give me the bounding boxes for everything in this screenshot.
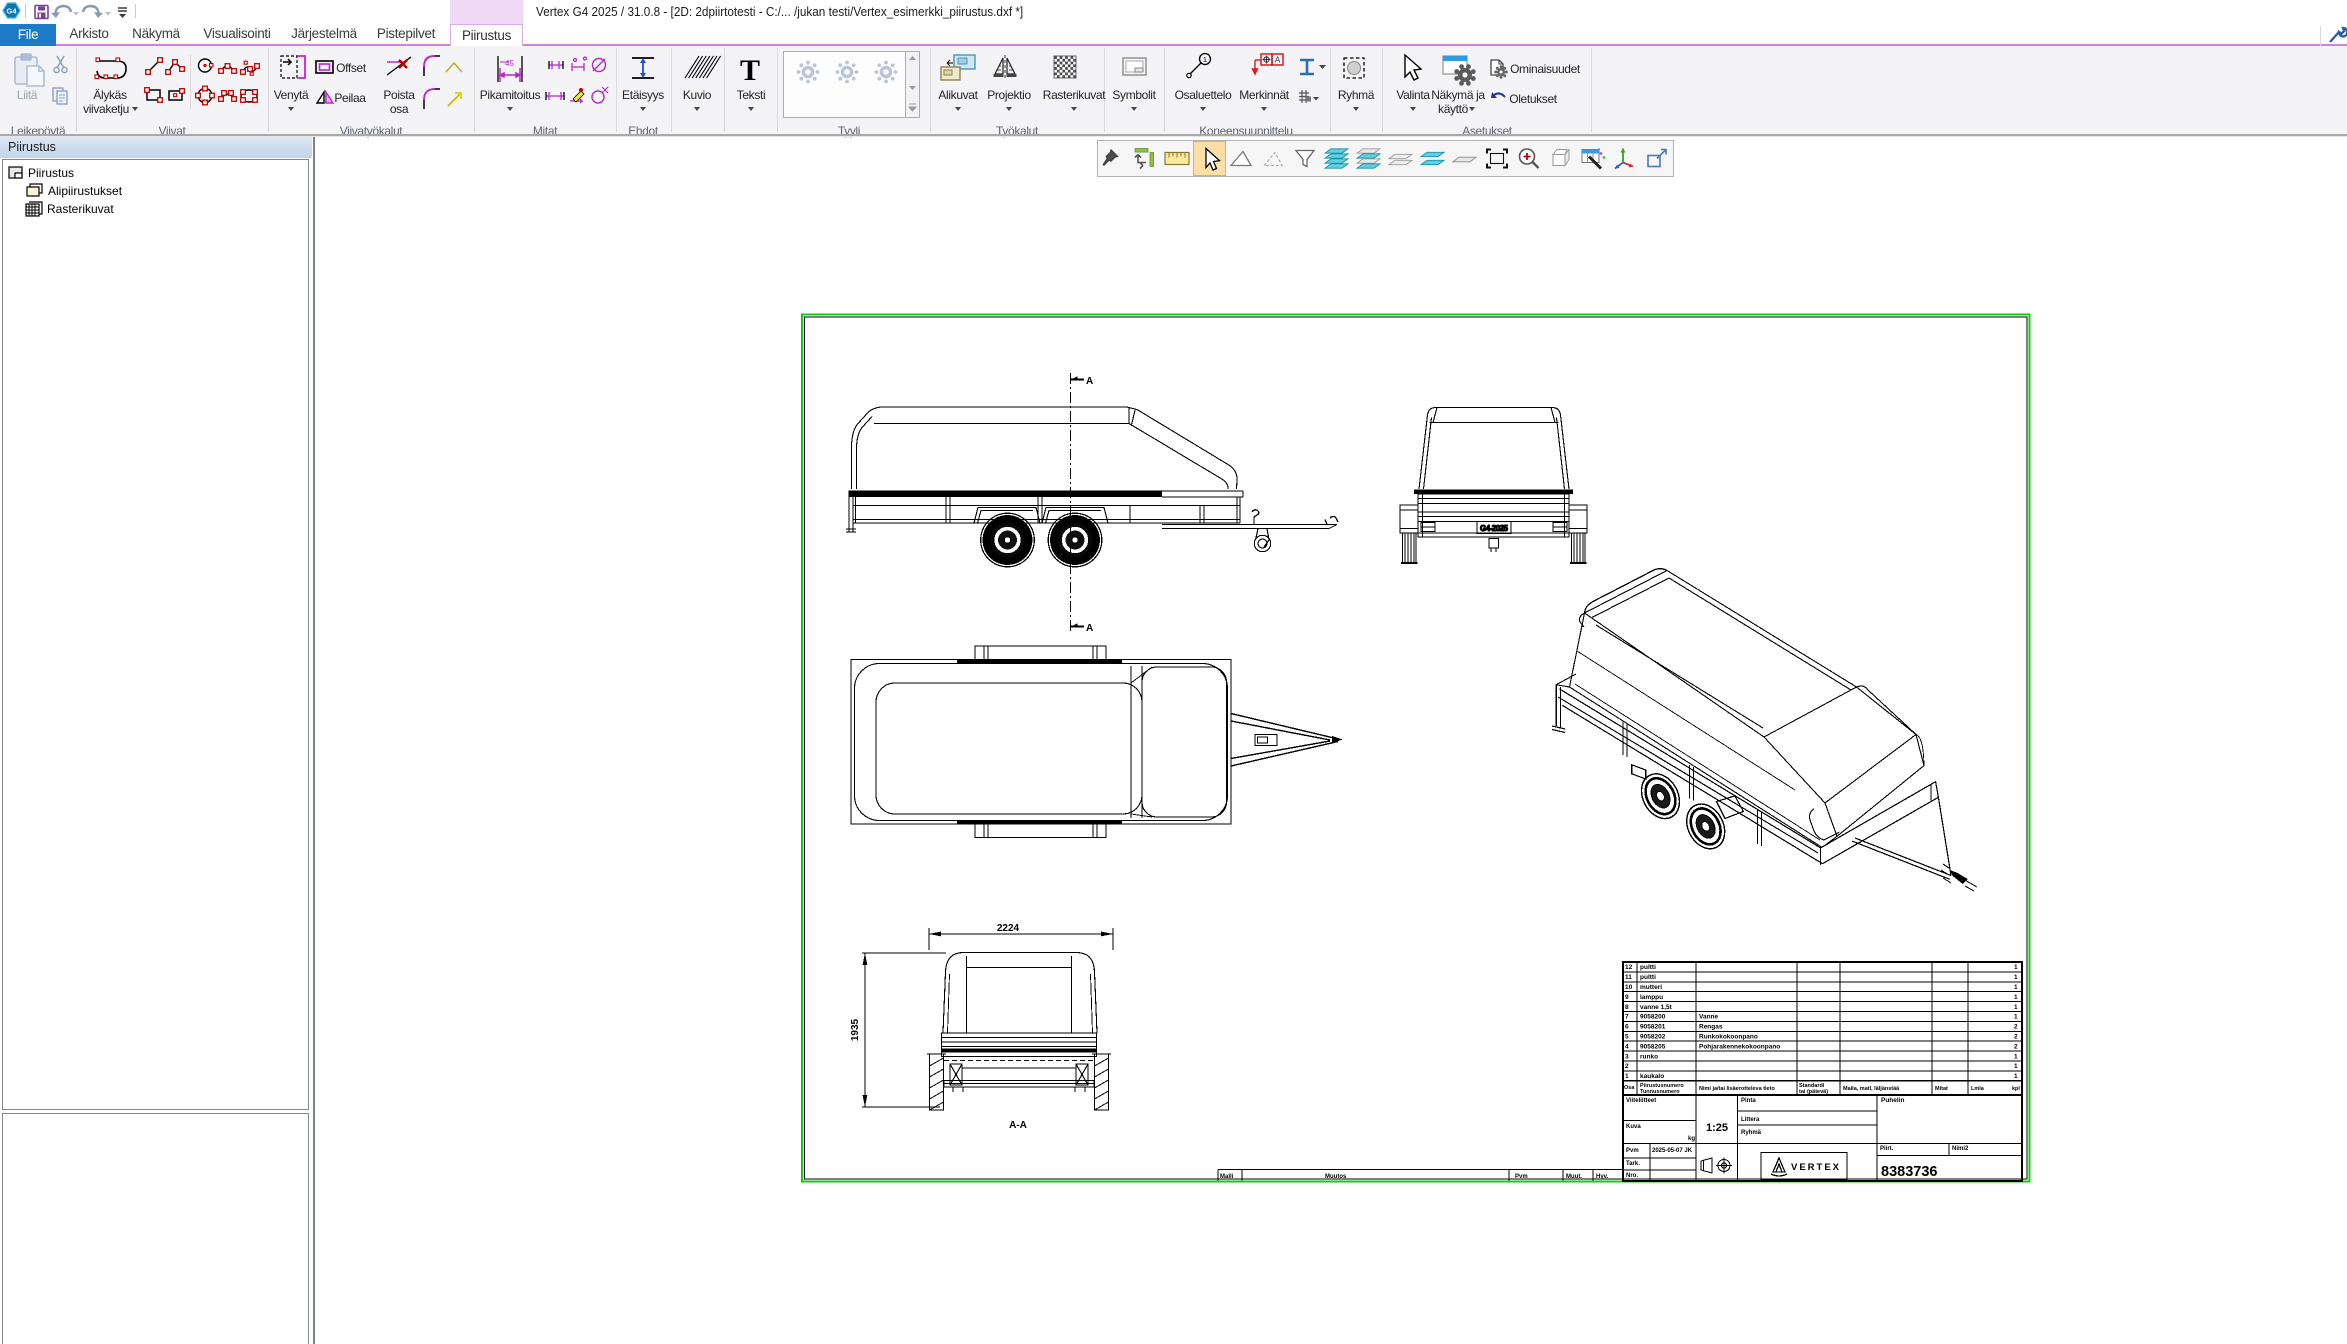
svg-text:Pohjarakennekokoonpano: Pohjarakennekokoonpano (1699, 1043, 1780, 1050)
svg-text:Mitat: Mitat (1935, 1086, 1948, 1092)
svg-text:2: 2 (2014, 1024, 2018, 1031)
svg-text:1: 1 (1203, 57, 1207, 64)
svg-text:Hyv.: Hyv. (1596, 1174, 1609, 1180)
svg-text:9058200: 9058200 (1640, 1014, 1666, 1021)
svg-text:8: 8 (1625, 1004, 1629, 1011)
svg-text:Osa: Osa (1624, 1085, 1635, 1091)
svg-text:2025-05-07 JK: 2025-05-07 JK (1652, 1148, 1693, 1154)
svg-text:1: 1 (2014, 1004, 2018, 1011)
svg-text:1: 1 (2014, 974, 2018, 981)
svg-text:1: 1 (2014, 964, 2018, 971)
svg-text:2: 2 (1625, 1063, 1629, 1070)
svg-text:G4: G4 (6, 7, 17, 16)
svg-text:2: 2 (2014, 1034, 2018, 1041)
svg-text:T: T (740, 54, 760, 87)
svg-text:Littera: Littera (1741, 1117, 1760, 1123)
svg-text:10: 10 (1625, 984, 1633, 991)
svg-text:A: A (1086, 376, 1093, 387)
svg-text:9058202: 9058202 (1640, 1034, 1666, 1041)
svg-text:kg: kg (1688, 1136, 1695, 1142)
svg-text:lamppu: lamppu (1640, 994, 1663, 1001)
svg-text:5: 5 (1625, 1034, 1629, 1041)
svg-text:kpl: kpl (2012, 1086, 2020, 1092)
svg-text:Tunnusnumero: Tunnusnumero (1640, 1089, 1680, 1095)
svg-text:Muut.: Muut. (1566, 1174, 1582, 1180)
svg-text:1:25: 1:25 (1706, 1122, 1728, 1134)
svg-text:1: 1 (2014, 994, 2018, 1001)
svg-text:Vanne: Vanne (1699, 1014, 1719, 1021)
svg-text:2: 2 (2014, 1043, 2018, 1050)
svg-text:Kuva: Kuva (1626, 1124, 1641, 1130)
svg-text:runko: runko (1640, 1053, 1658, 1060)
svg-text:4: 4 (1625, 1043, 1629, 1050)
svg-text:A: A (1275, 56, 1281, 65)
svg-text:Nro.: Nro. (1626, 1173, 1638, 1179)
svg-text:8383736: 8383736 (1881, 1164, 1937, 1180)
svg-text:pultti: pultti (1640, 974, 1656, 981)
svg-text:3: 3 (1625, 1053, 1629, 1060)
svg-text:1: 1 (2014, 1073, 2018, 1080)
svg-text:1935: 1935 (850, 1018, 861, 1041)
svg-text:Pinta: Pinta (1741, 1098, 1756, 1104)
svg-text:9058201: 9058201 (1640, 1024, 1666, 1031)
svg-text:Nimi ja/tai lisäerotteleva tie: Nimi ja/tai lisäerotteleva tieto (1699, 1086, 1775, 1092)
svg-text:6: 6 (1625, 1024, 1629, 1031)
svg-text:Muutos: Muutos (1325, 1174, 1347, 1180)
svg-text:9058205: 9058205 (1640, 1043, 1666, 1050)
svg-text:Piirt.: Piirt. (1880, 1146, 1894, 1152)
svg-text:12: 12 (1625, 964, 1633, 971)
svg-text:Tark.: Tark. (1626, 1161, 1640, 1167)
svg-text:A-A: A-A (1009, 1120, 1027, 1131)
svg-text:1: 1 (2014, 1014, 2018, 1021)
svg-text:Pvm: Pvm (1515, 1174, 1528, 1180)
svg-text:7: 7 (1625, 1014, 1629, 1021)
svg-text:9: 9 (1625, 994, 1629, 1001)
svg-text:Lmla: Lmla (1971, 1086, 1985, 1092)
svg-text:1: 1 (1625, 1073, 1629, 1080)
svg-text:Viiteliitteet: Viiteliitteet (1626, 1098, 1656, 1104)
svg-text:Ryhmä: Ryhmä (1741, 1130, 1762, 1136)
svg-text:tai (pätevä): tai (pätevä) (1799, 1089, 1828, 1095)
svg-text:1: 1 (2014, 1053, 2018, 1060)
svg-text:Nimi2: Nimi2 (1952, 1146, 1969, 1152)
svg-text:Runkokokoonpano: Runkokokoonpano (1699, 1034, 1758, 1041)
svg-text:Rengas: Rengas (1699, 1024, 1723, 1031)
svg-text:Pvm: Pvm (1626, 1148, 1639, 1154)
svg-text:A: A (1086, 623, 1093, 634)
svg-text:45: 45 (505, 59, 514, 68)
svg-text:2224: 2224 (997, 923, 1020, 934)
svg-text:VERTEX: VERTEX (1791, 1162, 1841, 1173)
svg-text:Malli: Malli (1220, 1174, 1234, 1180)
svg-text:G4-2025: G4-2025 (1480, 524, 1509, 533)
svg-text:vanne 1,5t: vanne 1,5t (1640, 1004, 1673, 1011)
svg-text:1: 1 (2014, 984, 2018, 991)
svg-text:1: 1 (2014, 1063, 2018, 1070)
svg-text:Puhelin: Puhelin (1881, 1097, 1905, 1104)
svg-text:Maila, matl, läljänstää: Maila, matl, läljänstää (1843, 1086, 1900, 1092)
svg-text:pultti: pultti (1640, 964, 1656, 971)
svg-text:kaukalo: kaukalo (1640, 1073, 1664, 1080)
svg-text:11: 11 (1625, 974, 1632, 981)
svg-text:mutteri: mutteri (1640, 984, 1662, 991)
